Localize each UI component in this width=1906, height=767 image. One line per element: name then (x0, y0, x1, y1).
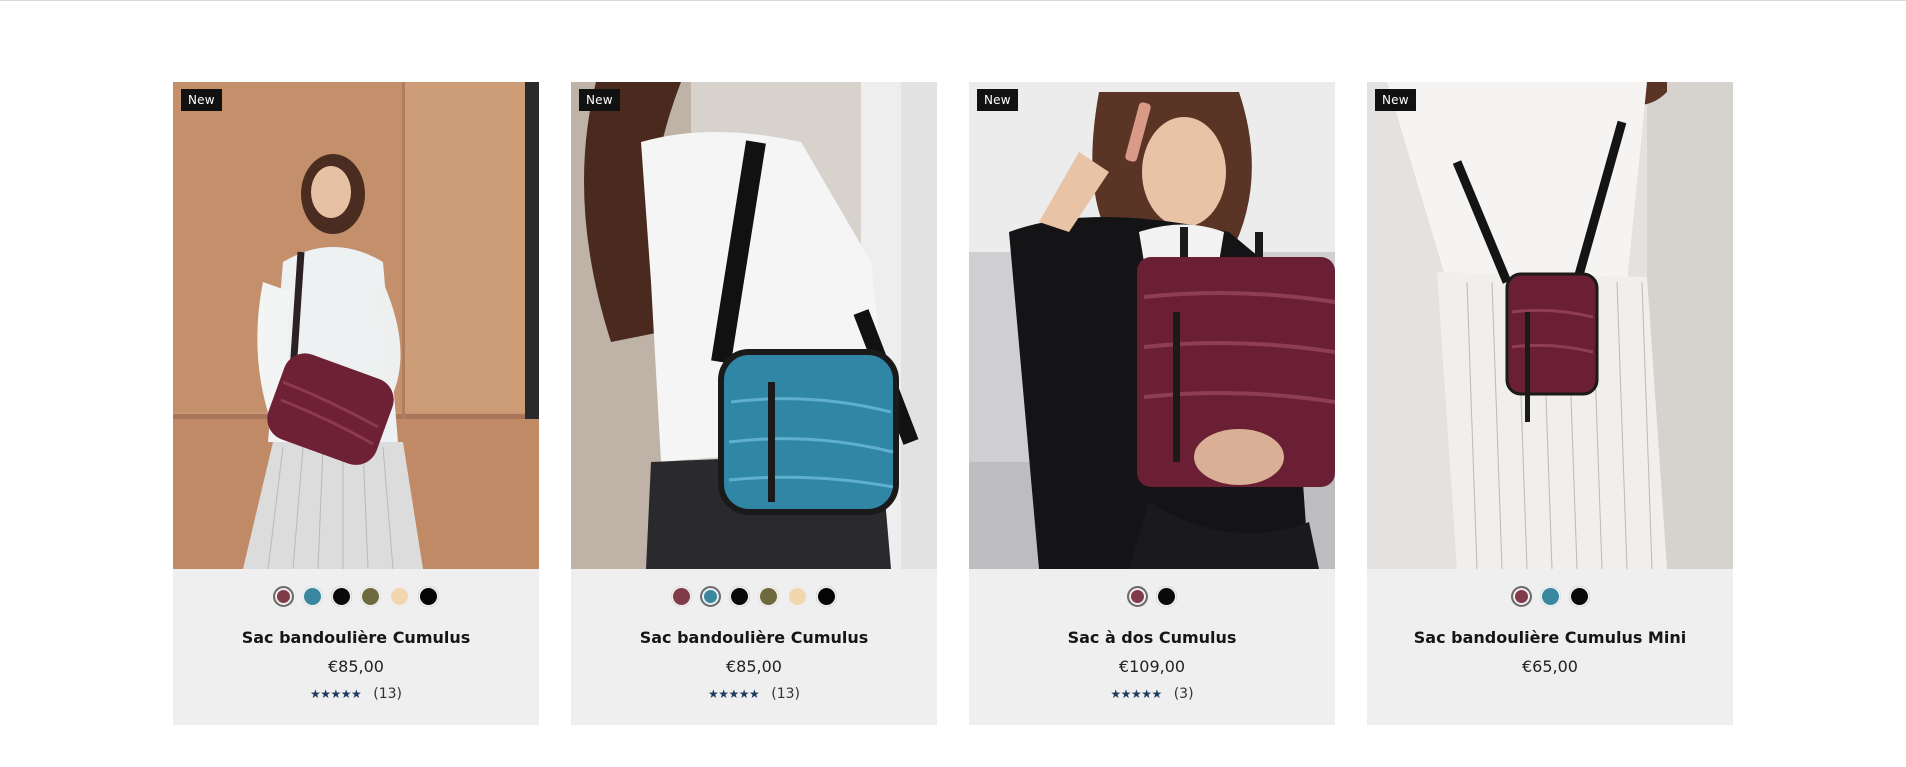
swatch-olive[interactable] (758, 586, 779, 607)
product-image[interactable]: New (571, 82, 937, 569)
swatch-black[interactable] (1568, 586, 1590, 607)
product-card[interactable]: New Sac bandoulière Cumulus €85,00 ★★★★★… (571, 82, 937, 725)
review-count[interactable]: (13) (373, 686, 402, 702)
swatch-teal[interactable] (1539, 586, 1561, 607)
swatch-burgundy[interactable] (671, 586, 692, 607)
product-image[interactable]: New (969, 82, 1335, 569)
product-title[interactable]: Sac bandoulière Cumulus (173, 628, 539, 648)
product-price: €85,00 (726, 657, 782, 676)
product-card[interactable]: New Sac à dos Cumulus €109,00 ★★★★★ (3) (969, 82, 1335, 725)
product-title[interactable]: Sac bandoulière Cumulus (571, 628, 937, 648)
product-card[interactable]: New Sac bandoulière Cumulus Mini €65,00 (1367, 82, 1733, 725)
star-rating-icon: ★★★★★ (1110, 687, 1162, 701)
product-info: Sac à dos Cumulus €109,00 ★★★★★ (3) (969, 569, 1335, 725)
swatch-teal[interactable] (700, 586, 721, 607)
product-rating: ★★★★★ (13) (173, 686, 539, 702)
new-badge: New (181, 89, 222, 111)
color-swatches (969, 569, 1335, 612)
product-photo-woman-burgundy-crossbody (173, 82, 539, 569)
swatch-teal[interactable] (302, 586, 323, 607)
star-rating-icon: ★★★★★ (309, 687, 362, 701)
review-count[interactable]: (3) (1174, 686, 1194, 702)
product-card[interactable]: New Sac bandoulière Cumulus €85,00 ★★★★★… (173, 82, 539, 725)
swatch-cream[interactable] (389, 586, 410, 607)
color-swatches (1367, 569, 1733, 612)
product-info: Sac bandoulière Cumulus €85,00 ★★★★★ (13… (571, 569, 937, 725)
swatch-black[interactable] (331, 586, 352, 607)
product-info: Sac bandoulière Cumulus €85,00 ★★★★★ (13… (173, 569, 539, 725)
product-info: Sac bandoulière Cumulus Mini €65,00 (1367, 569, 1733, 725)
swatch-black[interactable] (1156, 586, 1177, 607)
swatch-black[interactable] (729, 586, 750, 607)
color-swatches (173, 569, 539, 612)
product-photo-woman-burgundy-backpack (969, 82, 1335, 569)
swatch-burgundy[interactable] (1127, 586, 1148, 607)
product-photo-mini-burgundy-crossbody (1367, 82, 1733, 569)
star-rating-icon: ★★★★★ (707, 687, 760, 701)
product-price: €85,00 (328, 657, 384, 676)
swatch-black-2[interactable] (816, 586, 837, 607)
new-badge: New (1375, 89, 1416, 111)
product-grid: New Sac bandoulière Cumulus €85,00 ★★★★★… (173, 82, 1733, 725)
product-title[interactable]: Sac bandoulière Cumulus Mini (1367, 628, 1733, 648)
swatch-olive[interactable] (360, 586, 381, 607)
color-swatches (571, 569, 937, 612)
product-photo-woman-teal-crossbody (571, 82, 937, 569)
product-price: €109,00 (1118, 657, 1186, 676)
new-badge: New (977, 89, 1018, 111)
swatch-burgundy[interactable] (273, 586, 294, 607)
product-price: €65,00 (1522, 657, 1578, 676)
product-rating: ★★★★★ (3) (969, 686, 1335, 702)
swatch-burgundy[interactable] (1510, 586, 1532, 607)
product-rating: ★★★★★ (13) (571, 686, 937, 702)
product-image[interactable]: New (173, 82, 539, 569)
product-title[interactable]: Sac à dos Cumulus (969, 628, 1335, 648)
review-count[interactable]: (13) (771, 686, 800, 702)
top-divider (0, 0, 1906, 1)
product-image[interactable]: New (1367, 82, 1733, 569)
swatch-cream[interactable] (787, 586, 808, 607)
swatch-black-2[interactable] (418, 586, 439, 607)
new-badge: New (579, 89, 620, 111)
